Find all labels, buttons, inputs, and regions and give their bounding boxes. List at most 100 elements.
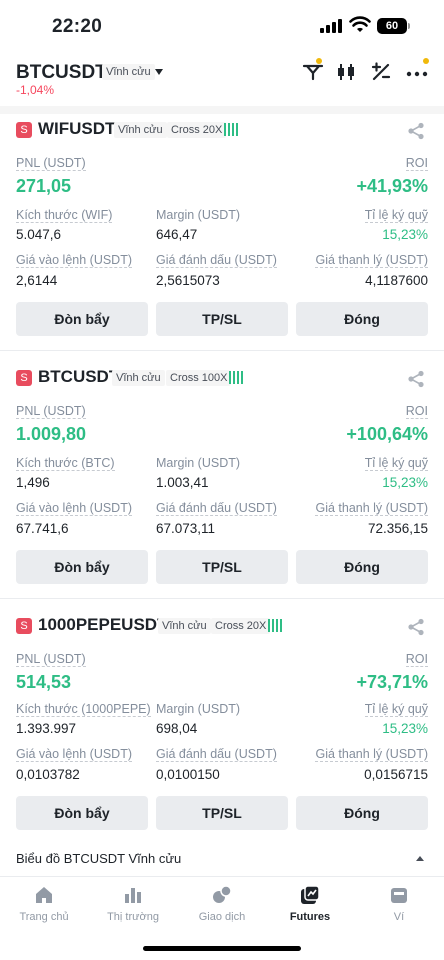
- margin-value: 646,47: [156, 227, 198, 242]
- price-change: -1,04%: [16, 83, 55, 97]
- wifi-icon: [349, 16, 371, 32]
- entry-price-label[interactable]: Giá vào lệnh (USDT): [16, 253, 133, 268]
- close-position-button[interactable]: Đóng: [296, 796, 428, 830]
- pnl-label[interactable]: PNL (USDT): [16, 404, 86, 419]
- pnl-label[interactable]: PNL (USDT): [16, 652, 86, 667]
- close-position-button[interactable]: Đóng: [296, 550, 428, 584]
- chevron-down-icon[interactable]: [155, 69, 163, 75]
- share-icon[interactable]: [407, 618, 425, 636]
- roi-value: +100,64%: [346, 424, 428, 444]
- roi-label[interactable]: ROI: [405, 652, 428, 667]
- entry-price-label[interactable]: Giá vào lệnh (USDT): [16, 747, 133, 762]
- share-icon[interactable]: [407, 370, 425, 388]
- tpsl-button[interactable]: TP/SL: [156, 302, 288, 336]
- roi-label[interactable]: ROI: [405, 404, 428, 419]
- trade-icon: [213, 885, 232, 903]
- position-card: S 1000PEPEUSDT Vĩnh cửu Cross 20X PNL (U…: [0, 615, 444, 856]
- size-value: 1.393.997: [16, 721, 77, 736]
- leverage-button[interactable]: Đòn bẩy: [16, 550, 148, 584]
- chart-toggle-label: Biểu đồ BTCUSDT Vĩnh cửu: [16, 851, 182, 866]
- adl-indicator-icon: [268, 619, 282, 632]
- position-symbol[interactable]: WIFUSDT: [38, 119, 115, 139]
- margin-mode-tag[interactable]: Cross 100X: [166, 370, 232, 386]
- status-bar: 22:20 60: [0, 0, 444, 52]
- mark-price-label[interactable]: Giá đánh dấu (USDT): [156, 501, 277, 516]
- contract-type-tag: Vĩnh cửu: [158, 618, 211, 634]
- entry-price-value: 0,0103782: [16, 767, 80, 782]
- section-divider: [0, 350, 444, 351]
- size-value: 1,496: [16, 475, 50, 490]
- margin-ratio-label[interactable]: Tỉ lệ ký quỹ: [364, 208, 428, 223]
- size-label[interactable]: Kích thước (WIF): [16, 208, 113, 223]
- liq-price-value: 72.356,15: [367, 521, 428, 536]
- pnl-label[interactable]: PNL (USDT): [16, 156, 86, 171]
- roi-label[interactable]: ROI: [405, 156, 428, 171]
- liq-price-value: 4,1187600: [365, 273, 428, 288]
- margin-value: 698,04: [156, 721, 198, 736]
- size-value: 5.047,6: [16, 227, 62, 242]
- liq-price-label[interactable]: Giá thanh lý (USDT): [315, 253, 428, 268]
- margin-ratio-label[interactable]: Tỉ lệ ký quỹ: [364, 456, 428, 471]
- section-divider: [0, 598, 444, 599]
- nav-item-futures[interactable]: Futures: [266, 885, 354, 931]
- contract-type-tag: Vĩnh cửu: [114, 122, 167, 138]
- short-badge: S: [16, 122, 32, 138]
- mark-price-value: 67.073,11: [156, 521, 216, 536]
- filter-icon[interactable]: [302, 62, 324, 82]
- pair-title[interactable]: BTCUSDT: [16, 62, 107, 84]
- liq-price-value: 0,0156715: [364, 767, 428, 782]
- section-divider: [0, 106, 444, 114]
- liq-price-label[interactable]: Giá thanh lý (USDT): [315, 747, 428, 762]
- size-label[interactable]: Kích thước (BTC): [16, 456, 115, 471]
- margin-label: Margin (USDT): [156, 702, 241, 716]
- nav-item-trade[interactable]: Giao dịch: [178, 885, 266, 931]
- nav-label: Futures: [289, 911, 331, 923]
- margin-value: 1.003,41: [156, 475, 209, 490]
- notification-dot: [316, 58, 322, 64]
- adl-indicator-icon: [224, 123, 238, 136]
- mark-price-label[interactable]: Giá đánh dấu (USDT): [156, 747, 277, 762]
- nav-item-home[interactable]: Trang chủ: [0, 885, 88, 931]
- leverage-button[interactable]: Đòn bẩy: [16, 302, 148, 336]
- margin-mode-tag[interactable]: Cross 20X: [167, 122, 227, 138]
- home-indicator: [143, 946, 301, 951]
- margin-ratio-value: 15,23%: [382, 721, 428, 736]
- contract-type-tag: Vĩnh cửu: [112, 370, 165, 386]
- share-icon[interactable]: [407, 122, 425, 140]
- size-label[interactable]: Kích thước (1000PEPE): [16, 702, 151, 717]
- close-position-button[interactable]: Đóng: [296, 302, 428, 336]
- more-options-icon[interactable]: [406, 62, 428, 82]
- tpsl-button[interactable]: TP/SL: [156, 796, 288, 830]
- entry-price-value: 67.741,6: [16, 521, 69, 536]
- liq-price-label[interactable]: Giá thanh lý (USDT): [315, 501, 428, 516]
- position-symbol[interactable]: BTCUSDT: [38, 367, 119, 387]
- wallet-icon: [391, 888, 407, 903]
- tpsl-button[interactable]: TP/SL: [156, 550, 288, 584]
- margin-ratio-value: 15,23%: [382, 475, 428, 490]
- candlestick-icon[interactable]: [335, 62, 357, 82]
- contract-type-tag: Vĩnh cửu: [102, 64, 155, 80]
- calculator-icon[interactable]: [370, 62, 392, 82]
- futures-icon: [301, 885, 320, 904]
- position-symbol[interactable]: 1000PEPEUSDT: [38, 615, 167, 635]
- notification-dot: [423, 58, 429, 64]
- nav-label: Ví: [393, 911, 405, 923]
- chevron-up-icon[interactable]: [416, 856, 424, 861]
- mark-price-label[interactable]: Giá đánh dấu (USDT): [156, 253, 277, 268]
- pair-header: BTCUSDT Vĩnh cửu -1,04%: [0, 58, 444, 102]
- margin-mode-tag[interactable]: Cross 20X: [211, 618, 271, 634]
- margin-ratio-label[interactable]: Tỉ lệ ký quỹ: [364, 702, 428, 717]
- nav-label: Thị trường: [107, 911, 159, 923]
- mark-price-value: 2,5615073: [156, 273, 220, 288]
- home-icon: [36, 887, 52, 903]
- nav-label: Trang chủ: [19, 911, 69, 923]
- chart-toggle-row[interactable]: Biểu đồ BTCUSDT Vĩnh cửu: [0, 846, 444, 874]
- pnl-value: 271,05: [16, 176, 72, 196]
- entry-price-label[interactable]: Giá vào lệnh (USDT): [16, 501, 133, 516]
- nav-item-wallet[interactable]: Ví: [355, 885, 443, 931]
- short-badge: S: [16, 370, 32, 386]
- pnl-value: 1.009,80: [16, 424, 87, 444]
- leverage-button[interactable]: Đòn bẩy: [16, 796, 148, 830]
- status-time: 22:20: [52, 16, 103, 37]
- nav-item-markets[interactable]: Thị trường: [89, 885, 177, 931]
